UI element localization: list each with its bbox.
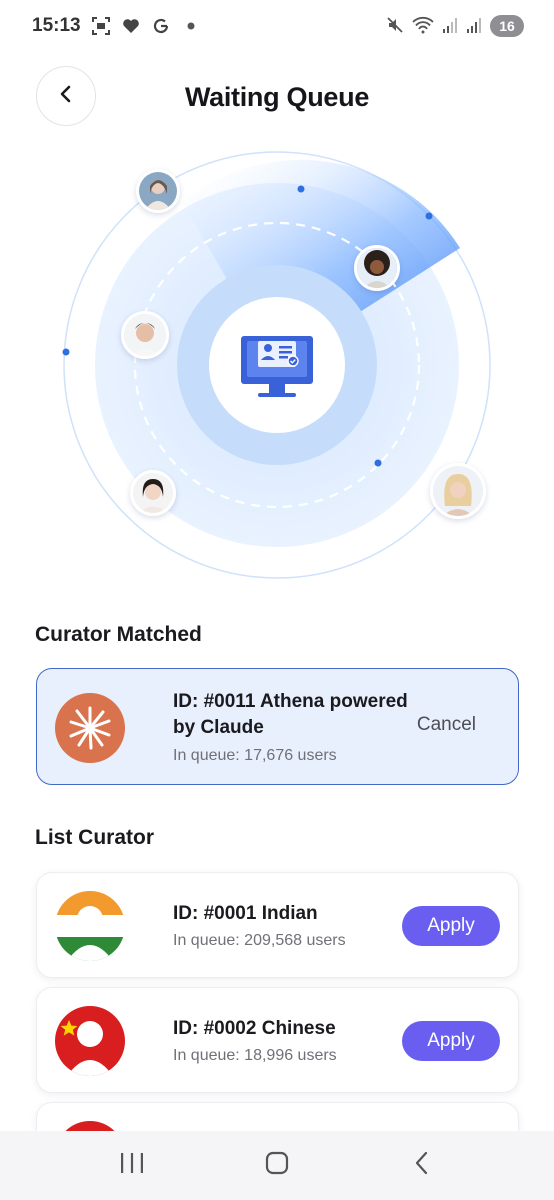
curator-card-indian[interactable]: ID: #0001 Indian In queue: 209,568 users… [36,872,519,978]
mute-icon [386,16,404,37]
curator-card-chinese[interactable]: ID: #0002 Chinese In queue: 18,996 users… [36,987,519,1093]
recents-icon [119,1152,145,1179]
status-bar: 15:13 16 [0,0,554,52]
list-curator-title: List Curator [35,826,155,849]
google-icon [151,16,171,36]
radar-animation [0,140,554,590]
signal-icon [442,16,458,37]
system-nav-bar [0,1131,554,1200]
status-left: 15:13 [32,15,201,37]
curator-queue-count: In queue: 209,568 users [173,932,346,949]
matched-curator-card[interactable]: ID: #0011 Athena powered by Claude In qu… [36,668,519,785]
china-flag-icon [55,1006,125,1076]
wifi-icon [412,16,434,37]
matched-title-line2: by Claude [173,717,264,738]
matched-title-line1: ID: #0011 Athena powered [173,691,408,712]
claude-logo-icon [55,693,125,763]
curator-matched-title: Curator Matched [35,623,202,646]
matched-queue-count: In queue: 17,676 users [173,747,337,764]
system-back-button[interactable] [392,1141,452,1191]
apply-button[interactable]: Apply [402,906,500,946]
avatar-user-1 [136,169,180,213]
dot-icon [181,16,201,36]
status-right: 16 [386,15,524,37]
avatar-user-3 [121,311,169,359]
home-button[interactable] [247,1141,307,1191]
status-time: 15:13 [32,15,81,36]
signal-icon-2 [466,16,482,37]
apply-button[interactable]: Apply [402,1021,500,1061]
avatar-user-5 [430,463,486,519]
india-flag-icon [55,891,125,961]
page-title: Waiting Queue [184,82,370,112]
screenshot-icon [91,16,111,36]
avatar-user-4 [130,470,176,516]
curator-title: ID: #0001 Indian [173,903,318,924]
cancel-button[interactable]: Cancel [417,714,476,736]
back-icon [414,1151,430,1180]
curator-title: ID: #0002 Chinese [173,1018,336,1039]
curator-queue-count: In queue: 18,996 users [173,1047,337,1064]
avatar-user-2 [354,245,400,291]
header: Waiting Queue [0,66,554,128]
battery-indicator: 16 [490,15,524,37]
radar-graphic [62,151,491,579]
heart-icon [121,16,141,36]
home-icon [265,1151,289,1180]
recents-button[interactable] [102,1141,162,1191]
